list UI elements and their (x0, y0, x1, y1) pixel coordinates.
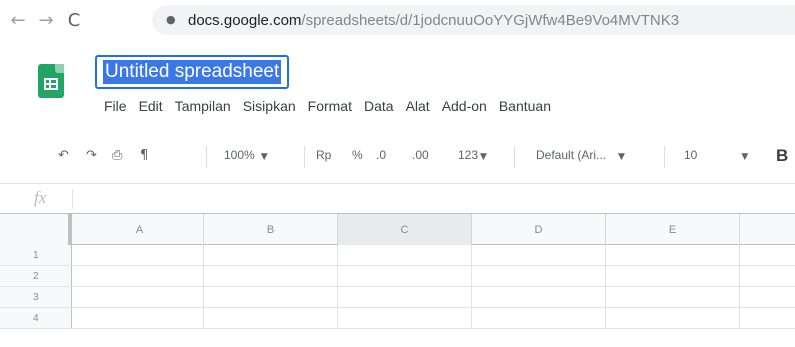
cell[interactable] (472, 245, 606, 265)
spreadsheet-grid: A B C D E 1 2 3 4 (0, 213, 795, 347)
zoom-select[interactable]: 100% ▼ (224, 148, 268, 162)
undo-icon[interactable]: ↶ (58, 148, 69, 163)
caret-down-icon: ▼ (480, 152, 487, 162)
formula-divider (72, 189, 73, 209)
cell[interactable] (76, 308, 204, 328)
row-header-4[interactable]: 4 (0, 308, 72, 328)
table-row: 1 (0, 245, 795, 266)
forward-arrow-icon[interactable]: → (32, 6, 60, 34)
cell[interactable] (338, 308, 472, 328)
document-title-input[interactable]: Untitled spreadsheet (95, 55, 290, 89)
number-format-label: 123 (458, 148, 479, 162)
cell[interactable] (606, 308, 740, 328)
toolbar-divider (304, 146, 305, 168)
percent-format-button[interactable]: % (352, 148, 363, 162)
column-header-c[interactable]: C (338, 214, 472, 245)
lock-icon: ● (166, 13, 176, 26)
cell[interactable] (606, 287, 740, 307)
cell[interactable] (338, 287, 472, 307)
fx-icon: fx (34, 188, 47, 207)
menu-file[interactable]: File (104, 98, 127, 114)
menu-data[interactable]: Data (364, 98, 394, 114)
cell[interactable] (204, 287, 338, 307)
column-header-b[interactable]: B (204, 214, 338, 245)
url-field[interactable]: ● docs.google.com/spreadsheets/d/1jodcnu… (152, 5, 795, 35)
font-family-value: Default (Ari... (536, 148, 607, 162)
cell[interactable] (472, 308, 606, 328)
caret-down-icon: ▼ (618, 152, 625, 162)
column-header-row: A B C D E (0, 213, 795, 245)
menu-edit[interactable]: Edit (139, 98, 163, 114)
reload-icon[interactable]: C (60, 6, 88, 34)
menu-tools[interactable]: Alat (406, 98, 430, 114)
zoom-value: 100% (224, 148, 255, 162)
cell[interactable] (204, 245, 338, 265)
currency-format-button[interactable]: Rp (316, 148, 331, 162)
print-icon[interactable]: ⎙ (112, 148, 122, 163)
cell[interactable] (472, 266, 606, 286)
table-row: 2 (0, 266, 795, 287)
menu-help[interactable]: Bantuan (499, 98, 551, 114)
cell[interactable] (338, 245, 472, 265)
menu-view[interactable]: Tampilan (175, 98, 231, 114)
toolbar-divider (514, 146, 515, 168)
row-header-3[interactable]: 3 (0, 287, 72, 307)
increase-decimal-button[interactable]: .00 (412, 148, 429, 162)
select-all-corner[interactable] (0, 214, 72, 245)
toolbar-divider (206, 146, 207, 168)
row-header-2[interactable]: 2 (0, 266, 72, 286)
table-row: 4 (0, 308, 795, 329)
document-title: Untitled spreadsheet (103, 60, 282, 84)
menu-format[interactable]: Format (308, 98, 352, 114)
redo-icon[interactable]: ↷ (86, 148, 97, 163)
toolbar: ↶ ↷ ⎙ ¶ 100% ▼ Rp % .0 .00 123 ▼ Default (… (0, 138, 795, 178)
table-row: 3 (0, 287, 795, 308)
toolbar-divider (664, 146, 665, 168)
menu-bar: File Edit Tampilan Sisipkan Format Data … (104, 98, 563, 114)
cell[interactable] (76, 287, 204, 307)
cell[interactable] (606, 266, 740, 286)
cell[interactable] (204, 308, 338, 328)
menu-addons[interactable]: Add-on (442, 98, 487, 114)
cell[interactable] (76, 245, 204, 265)
url-path: /spreadsheets/d/1jodcnuuOoYYGjWfw4Be9Vo4… (301, 11, 680, 29)
column-header-e[interactable]: E (606, 214, 740, 245)
browser-address-bar: ← → C ● docs.google.com/spreadsheets/d/1… (0, 0, 795, 40)
number-format-select[interactable]: 123 ▼ (458, 148, 487, 162)
column-header-d[interactable]: D (472, 214, 606, 245)
url-host: docs.google.com (188, 11, 302, 29)
row-header-1[interactable]: 1 (0, 245, 72, 265)
caret-down-icon: ▼ (741, 152, 749, 162)
back-arrow-icon[interactable]: ← (4, 6, 32, 34)
column-header-a[interactable]: A (76, 214, 204, 245)
formula-bar: fx (0, 183, 795, 213)
cell[interactable] (204, 266, 338, 286)
sheets-logo-icon[interactable] (38, 64, 64, 98)
cell[interactable] (606, 245, 740, 265)
font-family-select[interactable]: Default (Ari... ▼ (536, 148, 625, 162)
cell[interactable] (338, 266, 472, 286)
font-size-select[interactable]: 10 ▼ (684, 148, 748, 162)
caret-down-icon: ▼ (260, 152, 268, 162)
cell[interactable] (472, 287, 606, 307)
bold-button[interactable]: B (776, 146, 788, 166)
decrease-decimal-button[interactable]: .0 (376, 148, 386, 162)
paint-format-icon[interactable]: ¶ (140, 148, 148, 163)
menu-insert[interactable]: Sisipkan (243, 98, 296, 114)
cell[interactable] (76, 266, 204, 286)
font-size-value: 10 (684, 148, 698, 162)
